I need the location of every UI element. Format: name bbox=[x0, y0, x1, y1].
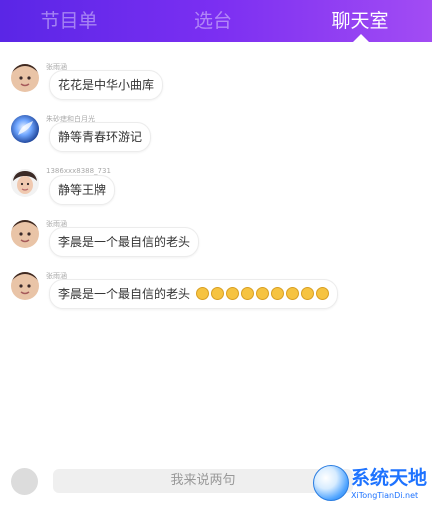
smile-emoji-icon bbox=[225, 287, 239, 300]
tab-program-list[interactable]: 节目单 bbox=[26, 0, 112, 42]
message-bubble[interactable]: 静等青春环游记 bbox=[49, 122, 152, 152]
message-text: 花花是中华小曲库 bbox=[58, 78, 155, 92]
avatar-image bbox=[11, 220, 39, 248]
avatar-image bbox=[11, 272, 39, 300]
smile-emoji-icon bbox=[210, 287, 224, 300]
my-avatar[interactable] bbox=[11, 468, 38, 495]
tab-channel-select[interactable]: 选台 bbox=[170, 0, 256, 42]
message-text: 静等青春环游记 bbox=[58, 130, 143, 144]
avatar[interactable] bbox=[11, 272, 39, 300]
avatar[interactable] bbox=[11, 115, 39, 143]
logo-url: XiTongTianDi.net bbox=[351, 491, 419, 500]
message-text: 李晨是一个最自信的老头 bbox=[58, 287, 191, 301]
avatar[interactable] bbox=[11, 220, 39, 248]
message-text: 静等王牌 bbox=[58, 183, 107, 197]
watermark-logo: 系统天地 XiTongTianDi.net bbox=[308, 460, 432, 506]
smile-emoji-icon bbox=[195, 287, 209, 300]
logo-mark-icon bbox=[313, 465, 349, 501]
smile-emoji-icon bbox=[285, 287, 299, 300]
avatar-image bbox=[11, 169, 39, 197]
avatar-image bbox=[11, 64, 39, 92]
message-bubble[interactable]: 李晨是一个最自信的老头 bbox=[49, 279, 338, 309]
active-tab-indicator bbox=[353, 34, 369, 42]
smile-emoji-icon bbox=[300, 287, 314, 300]
smile-emoji-icon bbox=[255, 287, 269, 300]
smile-emoji-icon bbox=[240, 287, 254, 300]
message-bubble[interactable]: 花花是中华小曲库 bbox=[49, 70, 164, 100]
logo-title: 系统天地 bbox=[351, 467, 428, 489]
smile-emoji-icon bbox=[315, 287, 329, 300]
top-tab-bar: 节目单 选台 聊天室 bbox=[0, 0, 432, 42]
smile-emoji-icon bbox=[270, 287, 284, 300]
sender-name: 1386xxx8388_731 bbox=[46, 167, 111, 175]
avatar[interactable] bbox=[11, 64, 39, 92]
message-bubble[interactable]: 李晨是一个最自信的老头 bbox=[49, 227, 200, 257]
avatar-image bbox=[11, 115, 39, 143]
message-bubble[interactable]: 静等王牌 bbox=[49, 175, 116, 205]
message-text: 李晨是一个最自信的老头 bbox=[58, 235, 191, 249]
avatar[interactable] bbox=[11, 169, 39, 197]
emoji-row bbox=[194, 287, 329, 301]
